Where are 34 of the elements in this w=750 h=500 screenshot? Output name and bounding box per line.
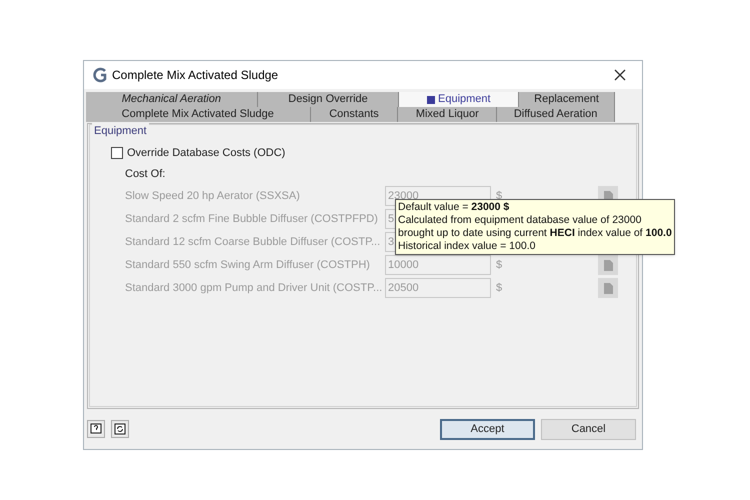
close-icon[interactable]: [614, 69, 626, 81]
tab[interactable]: Design Override: [258, 92, 400, 107]
tab[interactable]: Constants: [310, 107, 398, 122]
dialog-button[interactable]: Accept: [440, 418, 535, 440]
tooltip-line: Calculated from equipment database value of 23000: [398, 214, 642, 227]
help-icon: [90, 423, 102, 435]
tab[interactable]: Replacement: [519, 92, 615, 107]
field-label: Standard 2 scfm Fine Bubble Diffuser (COSTPFPD): [125, 212, 379, 227]
checkbox-label[interactable]: Override Database Costs (ODC): [127, 145, 286, 162]
tooltip-line: Historical index value = 100.0: [398, 240, 536, 253]
refresh-icon: [114, 423, 126, 435]
field-label: Standard 3000 gpm Pump and Driver Unit (COSTP...: [125, 280, 384, 296]
field-label: Standard 550 scfm Swing Arm Diffuser (COSTPH): [125, 258, 371, 273]
dialog-button[interactable]: Cancel: [541, 418, 636, 440]
group-title: Equipment: [92, 123, 149, 140]
app-logo-icon: [92, 67, 108, 83]
document-icon: [604, 260, 612, 270]
checkbox[interactable]: [111, 147, 123, 160]
document-icon: [604, 282, 612, 294]
tab[interactable]: Equipment: [399, 92, 520, 107]
help-button[interactable]: [87, 420, 105, 438]
unit-label: $: [496, 188, 504, 202]
tab[interactable]: Mixed Liquor: [398, 107, 498, 122]
tab[interactable]: Diffused Aeration: [497, 107, 615, 122]
window-title: Complete Mix Activated Sludge: [112, 67, 278, 84]
tooltip-line: brought up to date using current HECI index value of 100.0: [398, 227, 672, 240]
field-label: Slow Speed 20 hp Aerator (SSXSA): [125, 188, 301, 204]
refresh-button[interactable]: [111, 420, 129, 438]
tab[interactable]: Complete Mix Activated Sludge: [86, 107, 311, 122]
field-label: Standard 12 scfm Coarse Bubble Diffuser (COSTP...: [125, 234, 382, 250]
unit-label: $: [496, 280, 504, 296]
unit-label: $: [496, 258, 504, 273]
tab-icon: [427, 96, 435, 104]
section-label: Cost Of:: [125, 166, 166, 182]
